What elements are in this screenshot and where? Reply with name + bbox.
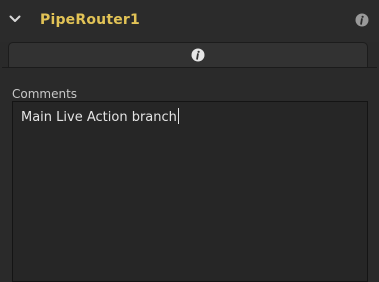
inspector-panel: PipeRouter1 Comments Main Live Action br…: [0, 0, 379, 282]
node-title: PipeRouter1: [40, 12, 140, 28]
text-caret: [177, 108, 179, 124]
comments-textarea[interactable]: Main Live Action branch: [12, 101, 368, 282]
node-header[interactable]: PipeRouter1: [0, 0, 379, 42]
chevron-down-icon[interactable]: [9, 14, 21, 24]
info-icon[interactable]: [355, 13, 369, 27]
comments-value: Main Live Action branch: [21, 110, 177, 125]
info-icon: [191, 48, 205, 62]
comments-text[interactable]: Main Live Action branch: [21, 108, 179, 125]
tab-bar-divider: [2, 67, 377, 68]
tab-info[interactable]: [8, 42, 368, 67]
comments-label: Comments: [12, 87, 78, 101]
